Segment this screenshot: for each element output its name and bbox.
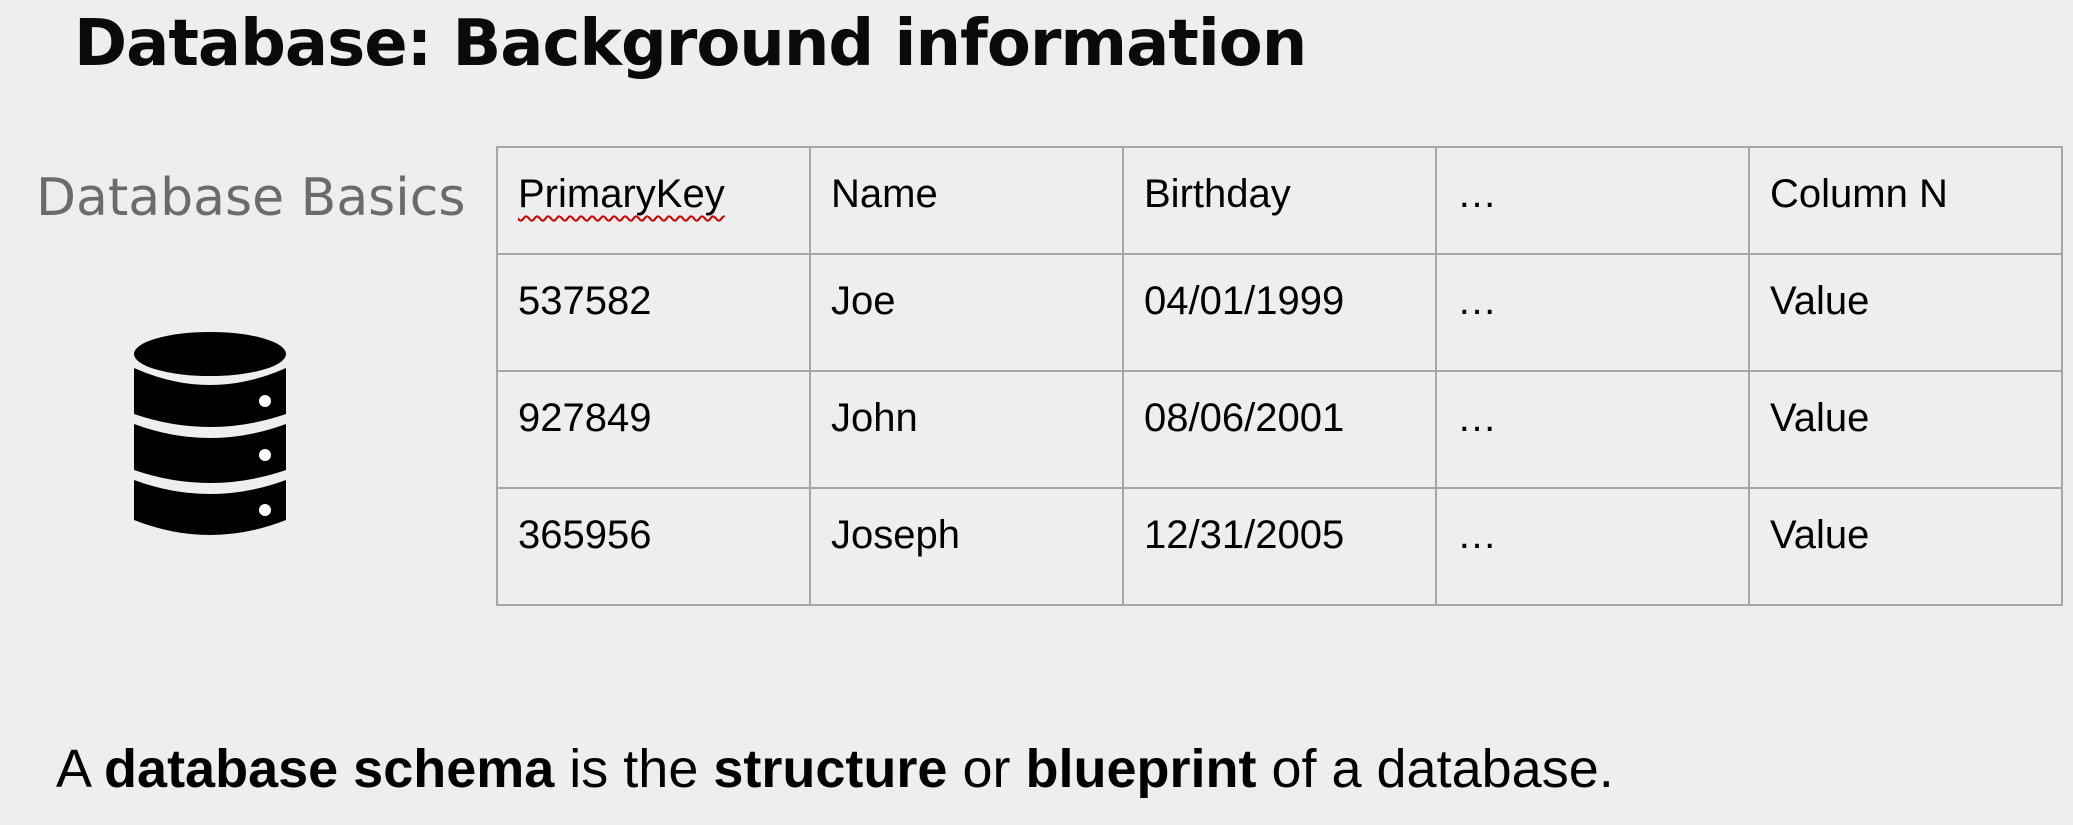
table-row: 365956 Joseph 12/31/2005 … Value [496, 487, 2063, 606]
table-cell: 08/06/2001 [1122, 370, 1437, 489]
table-cell: Value [1748, 253, 2063, 372]
table-cell: Joe [809, 253, 1124, 372]
statement-text: or [947, 739, 1026, 799]
table-cell: 927849 [496, 370, 811, 489]
statement-bold-term: database schema [104, 739, 555, 799]
table-cell: 365956 [496, 487, 811, 606]
statement-text: of a database. [1256, 739, 1614, 799]
table-row: 537582 Joe 04/01/1999 … Value [496, 253, 2063, 372]
table-cell: Joseph [809, 487, 1124, 606]
table-header-row: PrimaryKey Name Birthday … Column N [496, 146, 2063, 255]
table-cell: … [1435, 487, 1750, 606]
database-icon [134, 332, 286, 535]
statement-text: is the [554, 739, 714, 799]
slide-title: Database: Background information [74, 7, 1307, 81]
table-cell: … [1435, 253, 1750, 372]
header-birthday: Birthday [1122, 146, 1437, 255]
table-cell: 12/31/2005 [1122, 487, 1437, 606]
header-cell: PrimaryKey [496, 146, 811, 255]
table-cell: Value [1748, 487, 2063, 606]
statement-text: A [56, 739, 105, 799]
statement-bold-term: structure [713, 739, 948, 799]
header-primarykey: PrimaryKey [518, 172, 725, 216]
table-row: 927849 John 08/06/2001 … Value [496, 370, 2063, 489]
section-subtitle: Database Basics [36, 168, 466, 228]
table-cell: … [1435, 370, 1750, 489]
table-cell: 537582 [496, 253, 811, 372]
data-table: PrimaryKey Name Birthday … Column N 5375… [496, 146, 2063, 606]
header-ellipsis: … [1435, 146, 1750, 255]
statement-bold-term: blueprint [1025, 739, 1257, 799]
header-name: Name [809, 146, 1124, 255]
header-column-n: Column N [1748, 146, 2063, 255]
schema-definition-text: A database schema is the structure or bl… [56, 738, 1614, 800]
table-cell: Value [1748, 370, 2063, 489]
table-cell: 04/01/1999 [1122, 253, 1437, 372]
table-cell: John [809, 370, 1124, 489]
